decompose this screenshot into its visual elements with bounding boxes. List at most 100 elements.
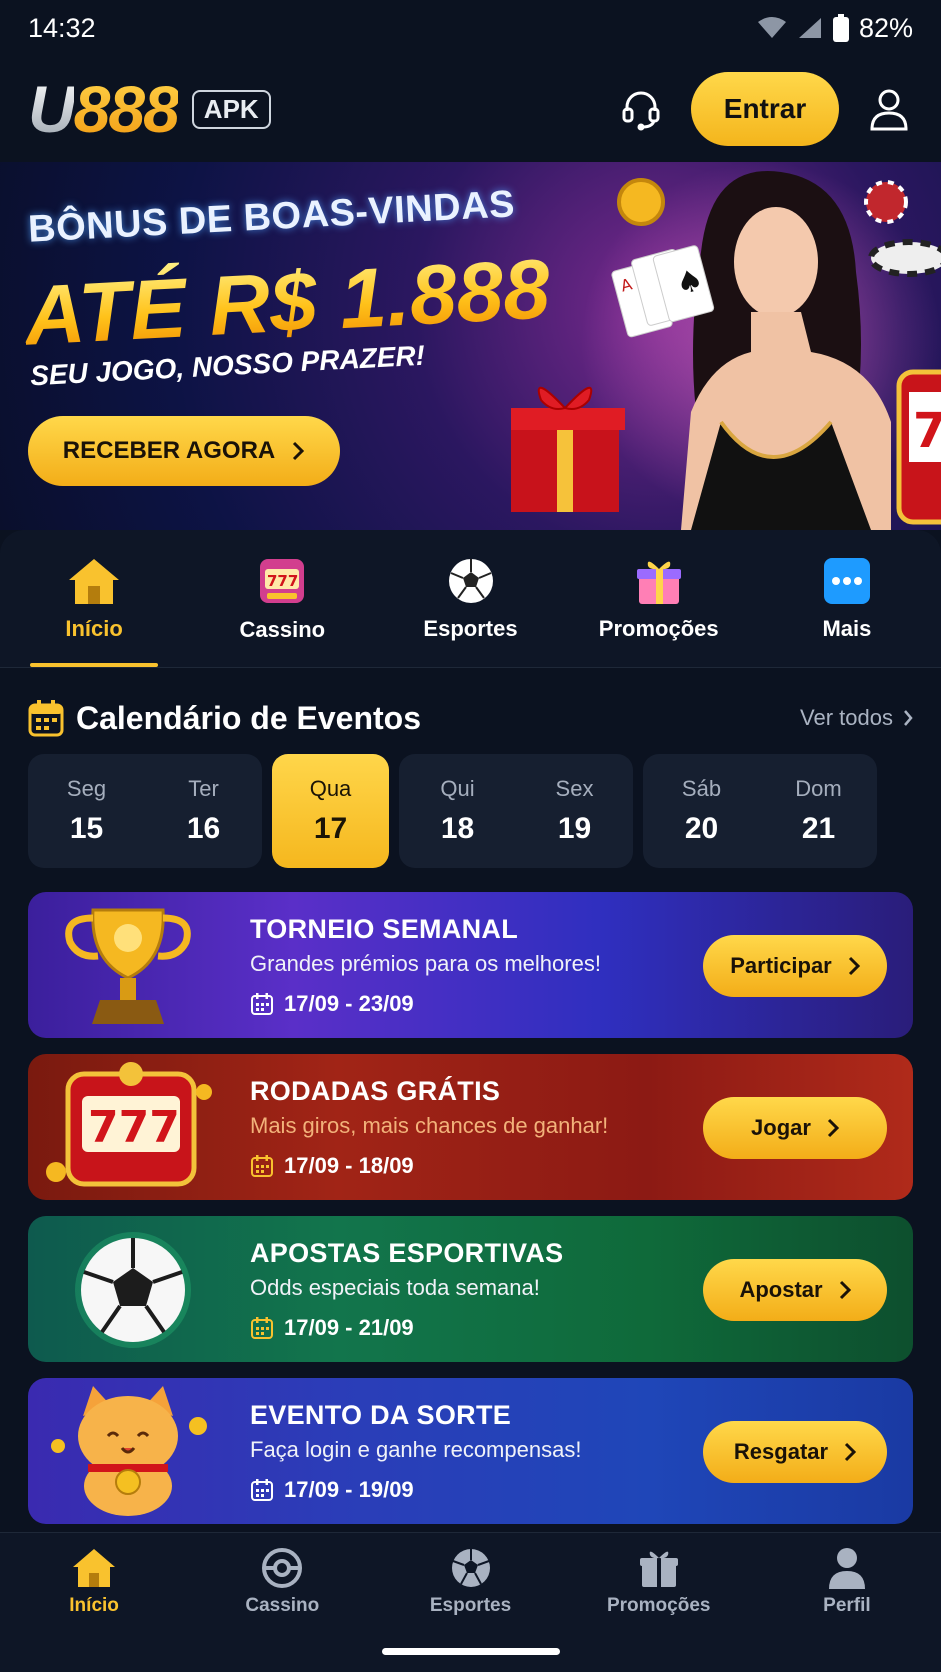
chevron-right-icon <box>904 710 913 726</box>
event-date: 17/09 - 18/09 <box>250 1153 608 1179</box>
event-list: TORNEIO SEMANAL Grandes prémios para os … <box>28 892 913 1540</box>
event-card-sports-bets[interactable]: APOSTAS ESPORTIVAS Odds especiais toda s… <box>28 1216 913 1362</box>
svg-text:777: 777 <box>267 572 298 590</box>
bottom-nav-promocoes[interactable]: Promoções <box>565 1533 753 1672</box>
bottom-nav-label: Início <box>69 1595 119 1616</box>
bottom-nav-perfil[interactable]: Perfil <box>753 1533 941 1672</box>
category-label: Início <box>65 615 123 641</box>
day-item[interactable]: Sáb 20 <box>643 754 760 868</box>
calendar-icon <box>251 993 273 1015</box>
category-tab-inicio[interactable]: Início <box>0 530 188 667</box>
event-description: Mais giros, mais chances de ganhar! <box>250 1113 609 1138</box>
status-time: 14:32 <box>28 12 96 43</box>
trophy-icon <box>65 908 191 1024</box>
more-dots-icon <box>823 557 870 604</box>
slot-machine-icon: 777 <box>46 1062 212 1187</box>
house-icon <box>69 558 120 604</box>
category-label: Mais <box>822 615 872 641</box>
day-item-selected[interactable]: Qua 17 <box>272 754 389 868</box>
bottom-nav-label: Esportes <box>429 1595 512 1616</box>
day-group: Qui 18 Sex 19 <box>399 754 633 868</box>
button-label: Apostar <box>739 1277 823 1302</box>
brand-logo[interactable]: U888 APK <box>28 76 271 142</box>
button-label: Resgatar <box>733 1439 829 1464</box>
chevron-right-icon <box>827 1118 839 1138</box>
day-item[interactable]: Seg 15 <box>28 754 145 868</box>
apk-badge[interactable]: APK <box>191 89 271 129</box>
user-icon <box>828 1548 865 1589</box>
event-title: EVENTO DA SORTE <box>250 1400 512 1430</box>
system-home-indicator[interactable] <box>382 1648 560 1655</box>
day-item[interactable]: Sex 19 <box>516 754 633 868</box>
bottom-nav-inicio[interactable]: Início <box>0 1533 188 1672</box>
chevron-right-icon <box>848 956 860 976</box>
category-tab-mais[interactable]: Mais <box>753 530 941 667</box>
app-header: U888 APK Entrar <box>0 56 941 162</box>
soccer-ball-icon <box>448 558 493 603</box>
casino-hostess-illustration: ♠ A 7 <box>511 162 941 530</box>
day-item[interactable]: Qui 18 <box>399 754 516 868</box>
category-label: Esportes <box>423 615 518 641</box>
bet-button[interactable]: Apostar <box>703 1259 887 1321</box>
day-group: Seg 15 Ter 16 <box>28 754 262 868</box>
chevron-right-icon <box>839 1280 851 1300</box>
event-date-range: 17/09 - 23/09 <box>284 991 414 1016</box>
hero-headline: BÔNUS DE BOAS-VINDAS <box>27 183 516 251</box>
gift-icon <box>639 1551 678 1587</box>
bottom-nav-label: Cassino <box>245 1595 320 1616</box>
gift-icon <box>636 561 681 604</box>
day-group: Sáb 20 Dom 21 <box>643 754 877 868</box>
day-item[interactable]: Dom 21 <box>760 754 877 868</box>
event-description: Odds especiais toda semana! <box>250 1275 540 1300</box>
bottom-nav-cassino[interactable]: Cassino <box>188 1533 376 1672</box>
support-headset-icon[interactable] <box>617 85 665 133</box>
calendar-icon <box>251 1317 273 1339</box>
category-tab-promocoes[interactable]: Promoções <box>565 530 753 667</box>
event-card-tournament[interactable]: TORNEIO SEMANAL Grandes prémios para os … <box>28 892 913 1038</box>
event-date: 17/09 - 23/09 <box>250 991 601 1017</box>
play-button[interactable]: Jogar <box>703 1097 887 1159</box>
chevron-right-icon <box>845 1442 857 1462</box>
event-date: 17/09 - 21/09 <box>250 1315 563 1341</box>
status-indicators: 82% <box>757 13 913 44</box>
participate-button[interactable]: Participar <box>703 935 887 997</box>
see-all-label: Ver todos <box>800 705 893 730</box>
event-date-range: 17/09 - 21/09 <box>284 1315 414 1340</box>
calendar-icon <box>251 1155 273 1177</box>
bottom-nav-label: Perfil <box>823 1595 871 1616</box>
soccer-ball-icon <box>75 1232 191 1348</box>
house-icon <box>73 1549 116 1587</box>
see-all-link[interactable]: Ver todos <box>800 705 913 731</box>
logo-wordmark: U888 <box>28 72 180 146</box>
day-item[interactable]: Ter 16 <box>145 754 262 868</box>
button-label: Jogar <box>751 1115 811 1140</box>
chevron-right-icon <box>293 441 305 461</box>
event-date: 17/09 - 19/09 <box>250 1477 581 1503</box>
category-tab-cassino[interactable]: 777 Cassino <box>188 530 376 667</box>
event-date-range: 17/09 - 19/09 <box>284 1477 414 1502</box>
wifi-icon <box>757 17 786 38</box>
event-description: Faça login e ganhe recompensas! <box>250 1437 582 1462</box>
lucky-cat-icon <box>51 1386 207 1516</box>
redeem-button[interactable]: Resgatar <box>703 1421 887 1483</box>
svg-text:777: 777 <box>88 1102 180 1153</box>
event-title: APOSTAS ESPORTIVAS <box>250 1238 564 1268</box>
battery-percent: 82% <box>858 12 913 43</box>
event-card-free-spins[interactable]: 777 RODADAS GRÁTIS Mais giros, mais chan… <box>28 1054 913 1200</box>
svg-text:7: 7 <box>913 403 941 459</box>
category-label: Promoções <box>598 615 719 641</box>
category-nav: Início 777 Cassino Esportes Promoções Ma… <box>0 530 941 668</box>
login-button[interactable]: Entrar <box>691 72 839 146</box>
event-card-lucky-event[interactable]: EVENTO DA SORTE Faça login e ganhe recom… <box>28 1378 913 1524</box>
receive-bonus-button[interactable]: RECEBER AGORA <box>28 416 340 486</box>
receive-bonus-label: RECEBER AGORA <box>62 437 276 464</box>
casino-chip-icon <box>262 1548 303 1588</box>
event-date-range: 17/09 - 18/09 <box>284 1153 414 1178</box>
category-tab-esportes[interactable]: Esportes <box>376 530 564 667</box>
welcome-bonus-banner[interactable]: ♠ A 7 BÔNUS DE BOAS-VINDAS ATÉ R$ 1.888 … <box>0 162 941 530</box>
event-title: TORNEIO SEMANAL <box>250 914 519 944</box>
day-selector: Seg 15 Ter 16 Qua 17 Qui 18 Sex 19 Sáb 20 Dom 2… <box>28 754 913 868</box>
user-profile-icon[interactable] <box>865 85 913 133</box>
slot-machine-icon: 777 <box>260 558 305 603</box>
calendar-icon <box>28 700 64 737</box>
